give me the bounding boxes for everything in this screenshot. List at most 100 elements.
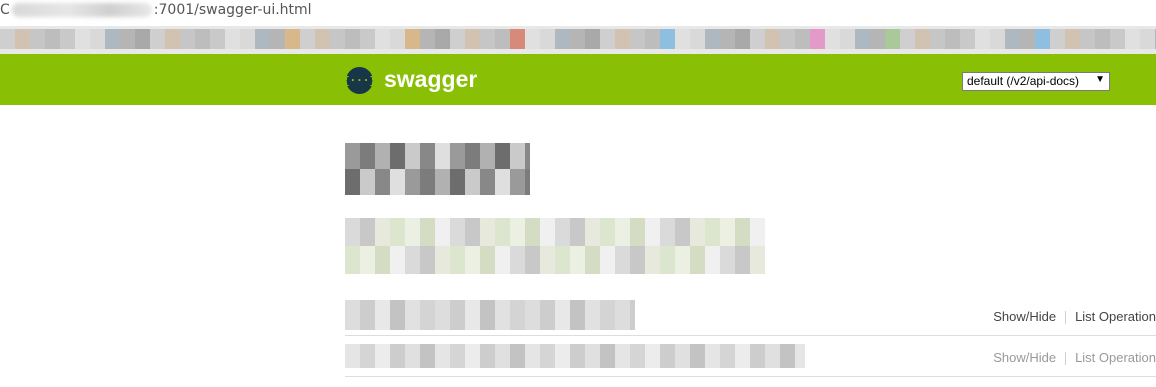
redaction-pixel bbox=[510, 29, 525, 49]
redaction-pixel bbox=[375, 246, 390, 274]
redaction-pixel bbox=[345, 169, 360, 195]
redaction-pixel bbox=[825, 29, 840, 49]
redaction-pixel bbox=[645, 29, 660, 49]
list-operations-link[interactable]: List Operation bbox=[1075, 350, 1156, 365]
redaction-pixel bbox=[210, 29, 225, 49]
redaction-pixel bbox=[345, 29, 360, 49]
url-suffix: :7001/swagger-ui.html bbox=[153, 2, 312, 18]
redaction-pixel bbox=[720, 246, 735, 274]
redaction-pixel bbox=[375, 29, 390, 49]
chevron-down-icon: ▼ bbox=[1095, 74, 1105, 85]
redaction-pixel bbox=[480, 300, 495, 330]
redaction-pixel bbox=[345, 246, 360, 274]
url-prefix: C bbox=[0, 2, 10, 18]
redaction-pixel bbox=[360, 344, 375, 368]
redaction-pixel bbox=[540, 29, 555, 49]
redaction-pixel bbox=[675, 218, 690, 246]
redaction-pixel bbox=[630, 29, 645, 49]
redaction-pixel bbox=[510, 300, 525, 330]
redaction-pixel bbox=[435, 169, 450, 195]
redaction-pixel bbox=[465, 344, 480, 368]
redaction-pixel bbox=[750, 344, 765, 368]
resource-row[interactable]: Show/Hide List Operation bbox=[345, 298, 1156, 336]
redaction-pixel bbox=[450, 143, 465, 169]
redaction-pixel bbox=[60, 29, 75, 49]
redaction-pixel bbox=[375, 300, 390, 330]
redaction-pixel bbox=[570, 218, 585, 246]
redaction-pixel bbox=[405, 29, 420, 49]
url-text[interactable]: C :7001/swagger-ui.html bbox=[0, 2, 312, 18]
redaction-pixel bbox=[420, 143, 435, 169]
show-hide-link[interactable]: Show/Hide bbox=[993, 309, 1056, 324]
redaction-pixel bbox=[375, 143, 390, 169]
redaction-pixel bbox=[465, 246, 480, 274]
redaction-pixel bbox=[615, 300, 630, 330]
redaction-pixel bbox=[375, 169, 390, 195]
redaction-pixel bbox=[480, 246, 495, 274]
redaction-pixel bbox=[525, 300, 540, 330]
redaction-pixel bbox=[480, 218, 495, 246]
resource-name-redacted[interactable] bbox=[345, 300, 635, 330]
redaction-pixel bbox=[465, 169, 480, 195]
redaction-pixel bbox=[570, 29, 585, 49]
api-spec-select[interactable]: default (/v2/api-docs) ▼ bbox=[962, 72, 1110, 91]
redaction-pixel bbox=[585, 300, 600, 330]
redaction-pixel bbox=[615, 29, 630, 49]
redaction-pixel bbox=[735, 246, 750, 274]
redaction-pixel bbox=[270, 29, 285, 49]
resource-row[interactable]: Show/Hide List Operation bbox=[345, 339, 1156, 377]
redaction-pixel bbox=[1065, 29, 1080, 49]
api-info-description-redacted bbox=[345, 218, 765, 274]
address-bar[interactable]: C :7001/swagger-ui.html bbox=[0, 0, 1156, 24]
redaction-pixel bbox=[735, 29, 750, 49]
redaction-pixel bbox=[615, 246, 630, 274]
redaction-pixel bbox=[450, 300, 465, 330]
redaction-pixel bbox=[690, 218, 705, 246]
divider bbox=[1065, 311, 1067, 325]
redaction-pixel bbox=[555, 29, 570, 49]
redaction-pixel bbox=[705, 29, 720, 49]
redaction-pixel bbox=[390, 218, 405, 246]
redaction-pixel bbox=[525, 218, 540, 246]
redaction-pixel bbox=[405, 218, 420, 246]
redaction-pixel bbox=[720, 218, 735, 246]
redaction-pixel bbox=[405, 143, 420, 169]
redaction-pixel bbox=[495, 344, 510, 368]
redaction-pixel bbox=[900, 29, 915, 49]
redaction-pixel bbox=[465, 29, 480, 49]
redaction-pixel bbox=[675, 344, 690, 368]
show-hide-link[interactable]: Show/Hide bbox=[993, 350, 1056, 365]
redaction-pixel bbox=[615, 218, 630, 246]
list-operations-link[interactable]: List Operation bbox=[1075, 309, 1156, 324]
redaction-pixel bbox=[480, 344, 495, 368]
redaction-pixel bbox=[540, 246, 555, 274]
redaction-pixel bbox=[465, 143, 480, 169]
resource-name-redacted[interactable] bbox=[345, 344, 805, 368]
redaction-pixel bbox=[360, 143, 375, 169]
redaction-pixel bbox=[630, 344, 645, 368]
redaction-pixel bbox=[105, 29, 120, 49]
redaction-pixel bbox=[465, 218, 480, 246]
browser-window: C :7001/swagger-ui.html {···} swagger def… bbox=[0, 0, 1156, 387]
redaction-pixel bbox=[525, 246, 540, 274]
redaction-pixel bbox=[405, 344, 420, 368]
redaction-pixel bbox=[480, 169, 495, 195]
redaction-pixel bbox=[510, 143, 525, 169]
redaction-pixel bbox=[150, 29, 165, 49]
redaction-pixel bbox=[960, 29, 975, 49]
redaction-pixel bbox=[765, 344, 780, 368]
redaction-pixel bbox=[360, 218, 375, 246]
redaction-pixel bbox=[540, 300, 555, 330]
redaction-pixel bbox=[435, 143, 450, 169]
redaction-pixel bbox=[855, 29, 870, 49]
redaction-pixel bbox=[750, 218, 765, 246]
redaction-pixel bbox=[15, 29, 30, 49]
redaction-pixel bbox=[390, 300, 405, 330]
redaction-pixel bbox=[675, 246, 690, 274]
redaction-pixel bbox=[600, 300, 615, 330]
swagger-logo-icon[interactable]: {···} bbox=[343, 67, 376, 94]
redaction-pixel bbox=[1140, 29, 1155, 49]
swagger-logo-title[interactable]: swagger bbox=[384, 66, 477, 93]
redaction-pixel bbox=[375, 344, 390, 368]
redaction-pixel bbox=[1020, 29, 1035, 49]
